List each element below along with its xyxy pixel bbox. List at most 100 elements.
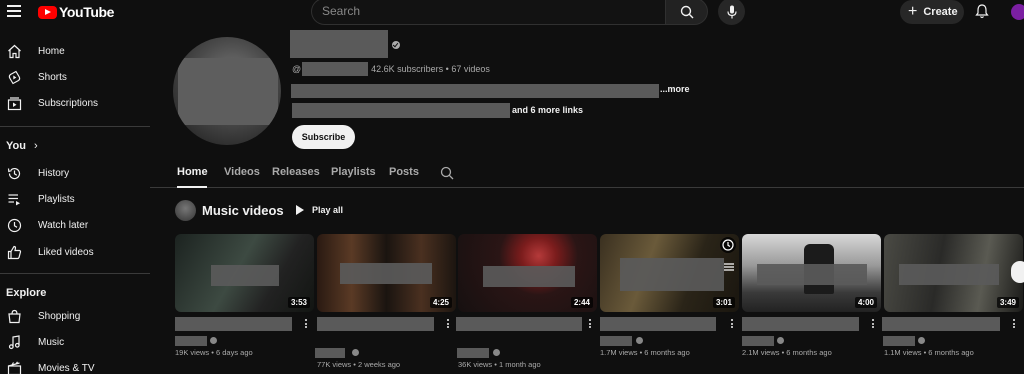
description-more-link[interactable]: ...more [660,84,690,94]
active-tab-indicator [177,186,207,188]
subscriptions-icon [7,96,22,110]
channel-handle-stats: @ 42.6K subscribers • 67 videos [292,62,490,76]
video-card[interactable]: 3:49 1.1M views • 6 months ago [882,234,1023,357]
more-actions-icon[interactable] [868,318,878,330]
video-card[interactable]: 4:25 77K views • 2 weeks ago [315,234,456,369]
microphone-icon [726,5,737,18]
channel-stats: 42.6K subscribers • 67 videos [371,64,490,74]
play-all-button[interactable]: Play all [296,205,343,215]
video-title-redacted[interactable] [882,317,1000,331]
notifications-bell-icon[interactable] [975,4,989,19]
sidebar-item-liked-videos[interactable]: Liked videos [0,241,150,263]
sidebar-you-heading[interactable]: You › [6,140,38,152]
search-input[interactable] [322,4,642,18]
video-thumbnail[interactable]: 3:01 [600,234,739,312]
video-title-redacted[interactable] [456,317,582,331]
author-redacted [742,336,774,346]
video-meta: 1.1M views • 6 months ago [884,348,974,357]
youtube-logo[interactable]: YouTube [38,4,114,20]
voice-search-button[interactable] [718,0,745,25]
tab-releases[interactable]: Releases [272,166,320,178]
more-actions-icon[interactable] [1009,318,1019,330]
tab-posts[interactable]: Posts [389,166,419,178]
subscribe-button[interactable]: Subscribe [292,125,355,149]
sidebar-item-label: History [38,167,70,179]
sidebar-divider [0,273,150,274]
video-thumbnail[interactable]: 4:25 [317,234,456,312]
you-heading-label: You [6,140,26,152]
verified-icon [918,337,925,344]
video-meta: 2.1M views • 6 months ago [742,348,832,357]
verified-icon [352,349,359,356]
thumbnail-redacted [757,264,867,285]
tab-playlists[interactable]: Playlists [331,166,376,178]
sidebar-item-history[interactable]: History [0,162,150,184]
search-button[interactable] [665,0,708,25]
sidebar-item-label: Movies & TV [38,362,95,374]
search-icon [680,5,693,18]
thumbnail-redacted [483,266,575,287]
video-meta: 19K views • 6 days ago [175,348,253,357]
section-title[interactable]: Music videos [202,203,284,218]
more-actions-icon[interactable] [301,318,311,330]
sidebar-divider [0,126,150,127]
video-title-redacted[interactable] [742,317,859,331]
account-avatar[interactable] [1011,4,1024,20]
sidebar-item-subscriptions[interactable]: Subscriptions [0,92,150,114]
more-actions-icon[interactable] [443,318,453,330]
youtube-play-logo-icon [38,5,57,19]
video-thumbnail[interactable]: 3:49 [884,234,1023,312]
verified-icon [777,337,784,344]
video-title-redacted[interactable] [175,317,292,331]
sidebar-item-label: Shopping [38,310,81,322]
more-actions-icon[interactable] [727,318,737,330]
channel-link-redacted [292,103,510,118]
video-card[interactable]: 2:44 36K views • 1 month ago [456,234,597,369]
tab-videos[interactable]: Videos [224,166,260,178]
video-duration: 3:53 [287,297,310,308]
menu-icon[interactable] [7,5,21,17]
thumbnail-redacted [211,265,279,286]
sidebar-item-home[interactable]: Home [0,40,150,62]
sidebar-item-shorts[interactable]: Shorts [0,66,150,88]
verified-badge-icon [392,41,400,49]
verified-icon [210,337,217,344]
video-meta: 36K views • 1 month ago [458,360,541,369]
playlists-icon [8,193,20,205]
video-card[interactable]: 3:53 19K views • 6 days ago [175,234,314,357]
handle-prefix: @ [292,64,302,74]
author-redacted [457,348,489,358]
sidebar-item-shopping[interactable]: Shopping [0,305,150,327]
scroll-next-button[interactable] [1011,261,1024,283]
video-thumbnail[interactable]: 4:00 [742,234,881,312]
video-thumbnail[interactable]: 3:53 [175,234,314,312]
section-avatar [175,200,196,221]
channel-description-redacted [291,84,659,98]
more-links-link[interactable]: and 6 more links [512,105,583,115]
sidebar-item-music[interactable]: Music [0,331,150,353]
more-actions-icon[interactable] [585,318,595,330]
sidebar-item-movies-tv[interactable]: Movies & TV [0,357,150,374]
watch-later-icon[interactable] [720,237,736,253]
tab-home[interactable]: Home [177,166,208,178]
channel-search-icon[interactable] [440,166,454,180]
add-to-queue-icon[interactable] [723,260,735,272]
video-title-redacted[interactable] [600,317,716,331]
video-meta: 1.7M views • 6 months ago [600,348,690,357]
verified-icon [493,349,500,356]
create-label: Create [923,6,958,18]
video-duration: 3:49 [996,297,1019,308]
sidebar: Home Shorts Subscriptions You › History … [0,36,150,374]
video-title-redacted[interactable] [317,317,434,331]
video-card[interactable]: 3:01 1.7M views • 6 months ago [600,234,739,357]
create-button[interactable]: + Create [900,0,964,24]
author-redacted [883,336,915,346]
video-thumbnail[interactable]: 2:44 [458,234,597,312]
play-icon [296,205,304,215]
sidebar-item-playlists[interactable]: Playlists [0,188,150,210]
history-icon [7,167,21,179]
video-duration: 4:00 [854,297,877,308]
sidebar-item-watch-later[interactable]: Watch later [0,214,150,236]
play-all-label: Play all [312,205,344,215]
video-card[interactable]: 4:00 2.1M views • 6 months ago [742,234,881,357]
